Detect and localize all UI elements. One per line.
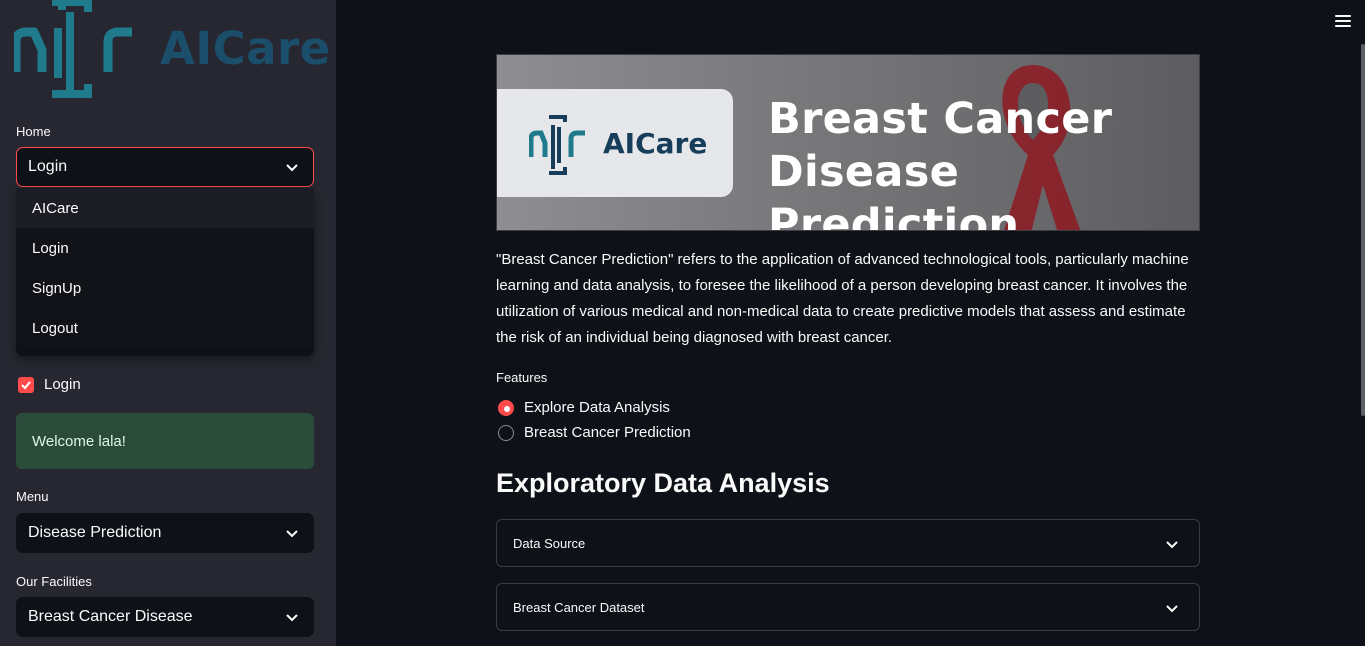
radio-button[interactable] bbox=[498, 424, 514, 441]
facilities-select[interactable]: Breast Cancer Disease bbox=[16, 597, 314, 637]
welcome-message: Welcome lala! bbox=[32, 432, 126, 450]
expander-label: Data Source bbox=[513, 535, 586, 551]
chevron-down-icon bbox=[286, 530, 298, 538]
radio-label-prediction: Breast Cancer Prediction bbox=[524, 424, 691, 441]
home-select-value: Login bbox=[28, 158, 68, 175]
main-content: AICare Breast Cancer Disease Prediction … bbox=[336, 0, 1365, 646]
dropdown-option-login[interactable]: Login bbox=[16, 228, 314, 268]
hamburger-icon[interactable] bbox=[1335, 15, 1351, 29]
chevron-down-icon bbox=[1166, 541, 1178, 549]
radio-button-selected[interactable] bbox=[498, 399, 514, 416]
aicare-logo-icon bbox=[529, 115, 585, 175]
check-icon bbox=[21, 380, 31, 389]
menu-select[interactable]: Disease Prediction bbox=[16, 513, 314, 553]
menu-label: Menu bbox=[16, 489, 49, 504]
section-title: Exploratory Data Analysis bbox=[496, 468, 830, 498]
expander-data-source[interactable]: Data Source bbox=[496, 519, 1200, 567]
expander-label: Breast Cancer Dataset bbox=[513, 599, 645, 615]
banner-title: Breast Cancer Disease Prediction bbox=[768, 93, 1199, 231]
welcome-alert: Welcome lala! bbox=[16, 413, 314, 469]
radio-label-explore: Explore Data Analysis bbox=[524, 399, 670, 416]
menu-select-value: Disease Prediction bbox=[28, 524, 162, 541]
facilities-label: Our Facilities bbox=[16, 574, 92, 589]
facilities-select-value: Breast Cancer Disease bbox=[28, 608, 193, 625]
chevron-down-icon bbox=[286, 164, 298, 172]
chevron-down-icon bbox=[1166, 605, 1178, 613]
features-label: Features bbox=[496, 370, 548, 385]
radio-option-explore[interactable]: Explore Data Analysis bbox=[498, 399, 670, 416]
chevron-down-icon bbox=[286, 614, 298, 622]
dropdown-option-signup[interactable]: SignUp bbox=[16, 268, 314, 308]
radio-option-prediction[interactable]: Breast Cancer Prediction bbox=[498, 424, 691, 441]
dropdown-option-logout[interactable]: Logout bbox=[16, 308, 314, 348]
sidebar: AICare Home Login AICare Login SignUp Lo… bbox=[0, 0, 336, 646]
login-checkbox-row[interactable]: Login bbox=[18, 376, 81, 393]
logo-text: AICare bbox=[160, 22, 331, 75]
expander-breast-cancer-dataset[interactable]: Breast Cancer Dataset bbox=[496, 583, 1200, 631]
home-select-dropdown: AICare Login SignUp Logout bbox=[16, 188, 314, 356]
login-checkbox[interactable] bbox=[18, 376, 34, 393]
login-checkbox-label: Login bbox=[44, 376, 81, 393]
banner-image: AICare Breast Cancer Disease Prediction bbox=[496, 54, 1200, 231]
aicare-logo-icon bbox=[11, 0, 132, 98]
dropdown-option-aicare[interactable]: AICare bbox=[16, 188, 314, 228]
banner-title-line2: Disease Prediction bbox=[768, 147, 1020, 231]
banner-brand: AICare bbox=[603, 127, 708, 160]
aicare-logo: AICare bbox=[11, 0, 330, 106]
description-paragraph: "Breast Cancer Prediction" refers to the… bbox=[496, 251, 1189, 346]
home-select[interactable]: Login bbox=[16, 147, 314, 187]
scrollbar[interactable] bbox=[1361, 44, 1365, 416]
home-label: Home bbox=[16, 124, 51, 139]
banner-title-line1: Breast Cancer bbox=[768, 94, 1113, 144]
